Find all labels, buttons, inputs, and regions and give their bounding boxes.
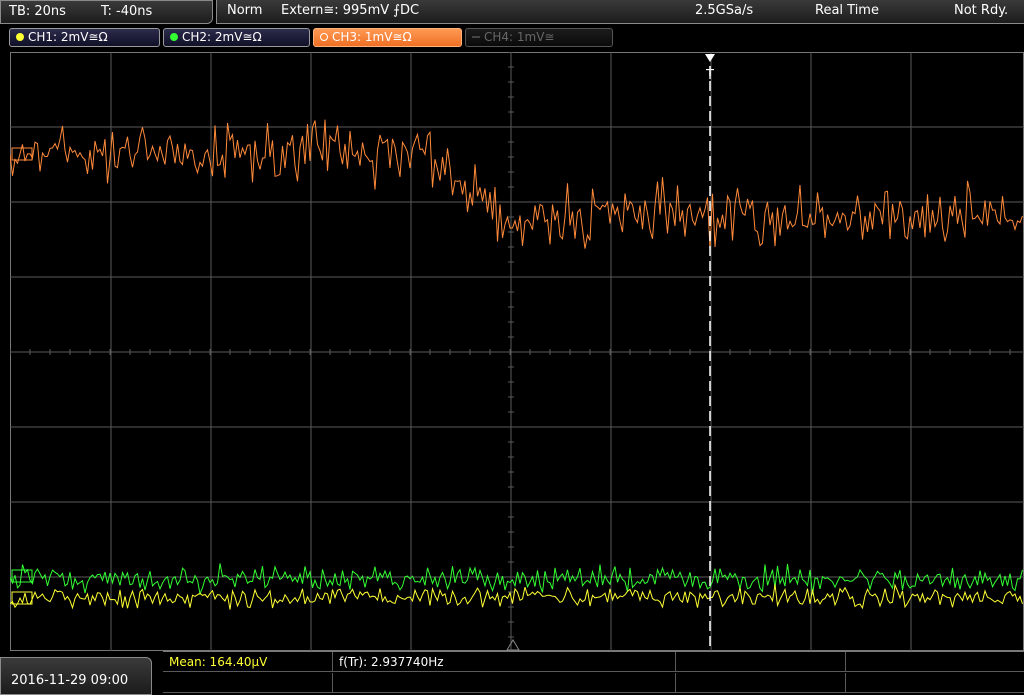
trigger-down-arrow-icon[interactable]: T [705, 54, 715, 83]
ch3-label: CH3: 1mV≅Ω [332, 30, 412, 44]
level-arrow-icon [506, 639, 520, 651]
ch4-label: CH4: 1mV≅ [484, 30, 555, 44]
ch4-off-icon [472, 36, 480, 38]
trigger-label: T [705, 68, 714, 83]
measurement-slot-8[interactable] [846, 673, 1024, 693]
channel-tab-ch4[interactable]: CH4: 1mV≅ [465, 28, 613, 47]
graticule [10, 52, 1024, 651]
measurement-bar: 2016-11-29 09:00 Mean: 164.40µV f(Tr): 2… [0, 651, 1024, 695]
sample-rate: 2.5GSa/s [695, 3, 754, 18]
waveform-canvas[interactable]: T [10, 52, 1024, 651]
frequency-measurement[interactable]: f(Tr): 2.937740Hz [333, 652, 676, 672]
measurement-slot-4[interactable] [846, 652, 1024, 672]
mean-measurement[interactable]: Mean: 164.40µV [163, 652, 333, 672]
measurement-slot-7[interactable] [676, 673, 846, 693]
acquisition-strip: Norm Extern≅: 995mV ⨍DC 2.5GSa/s Real Ti… [216, 0, 1024, 24]
measurement-slot-6[interactable] [333, 673, 676, 693]
acquisition-mode: Real Time [815, 3, 879, 18]
ch1-label: CH1: 2mV≅Ω [28, 30, 108, 44]
ch3-dot-icon [320, 33, 328, 41]
timebase-panel[interactable]: TB: 20ns T: -40ns [0, 0, 213, 24]
channel-tab-ch3[interactable]: CH3: 1mV≅Ω [313, 28, 462, 47]
timebase-label[interactable]: TB: 20ns [9, 4, 66, 19]
channel-tab-ch1[interactable]: CH1: 2mV≅Ω [9, 28, 160, 47]
measurement-slot-5[interactable] [163, 673, 333, 693]
run-status: Not Rdy. [954, 3, 1009, 18]
ch2-dot-icon [170, 33, 178, 41]
measurement-table: Mean: 164.40µV f(Tr): 2.937740Hz [163, 651, 1024, 695]
trigger-source[interactable]: Extern≅: 995mV ⨍DC [281, 3, 419, 18]
ch1-dot-icon [16, 33, 24, 41]
channel-tab-ch2[interactable]: CH2: 2mV≅Ω [163, 28, 310, 47]
measurement-slot-3[interactable] [676, 652, 846, 672]
ch2-label: CH2: 2mV≅Ω [182, 30, 262, 44]
datetime-panel: 2016-11-29 09:00 [0, 657, 152, 695]
trigger-mode[interactable]: Norm [227, 3, 262, 18]
waveform-display[interactable]: T [10, 52, 1024, 651]
datetime-label: 2016-11-29 09:00 [11, 673, 129, 688]
status-bar: TB: 20ns T: -40ns Norm Extern≅: 995mV ⨍D… [0, 0, 1024, 26]
trigger-time-label[interactable]: T: -40ns [101, 4, 152, 19]
ch3-waveform [10, 119, 1023, 250]
